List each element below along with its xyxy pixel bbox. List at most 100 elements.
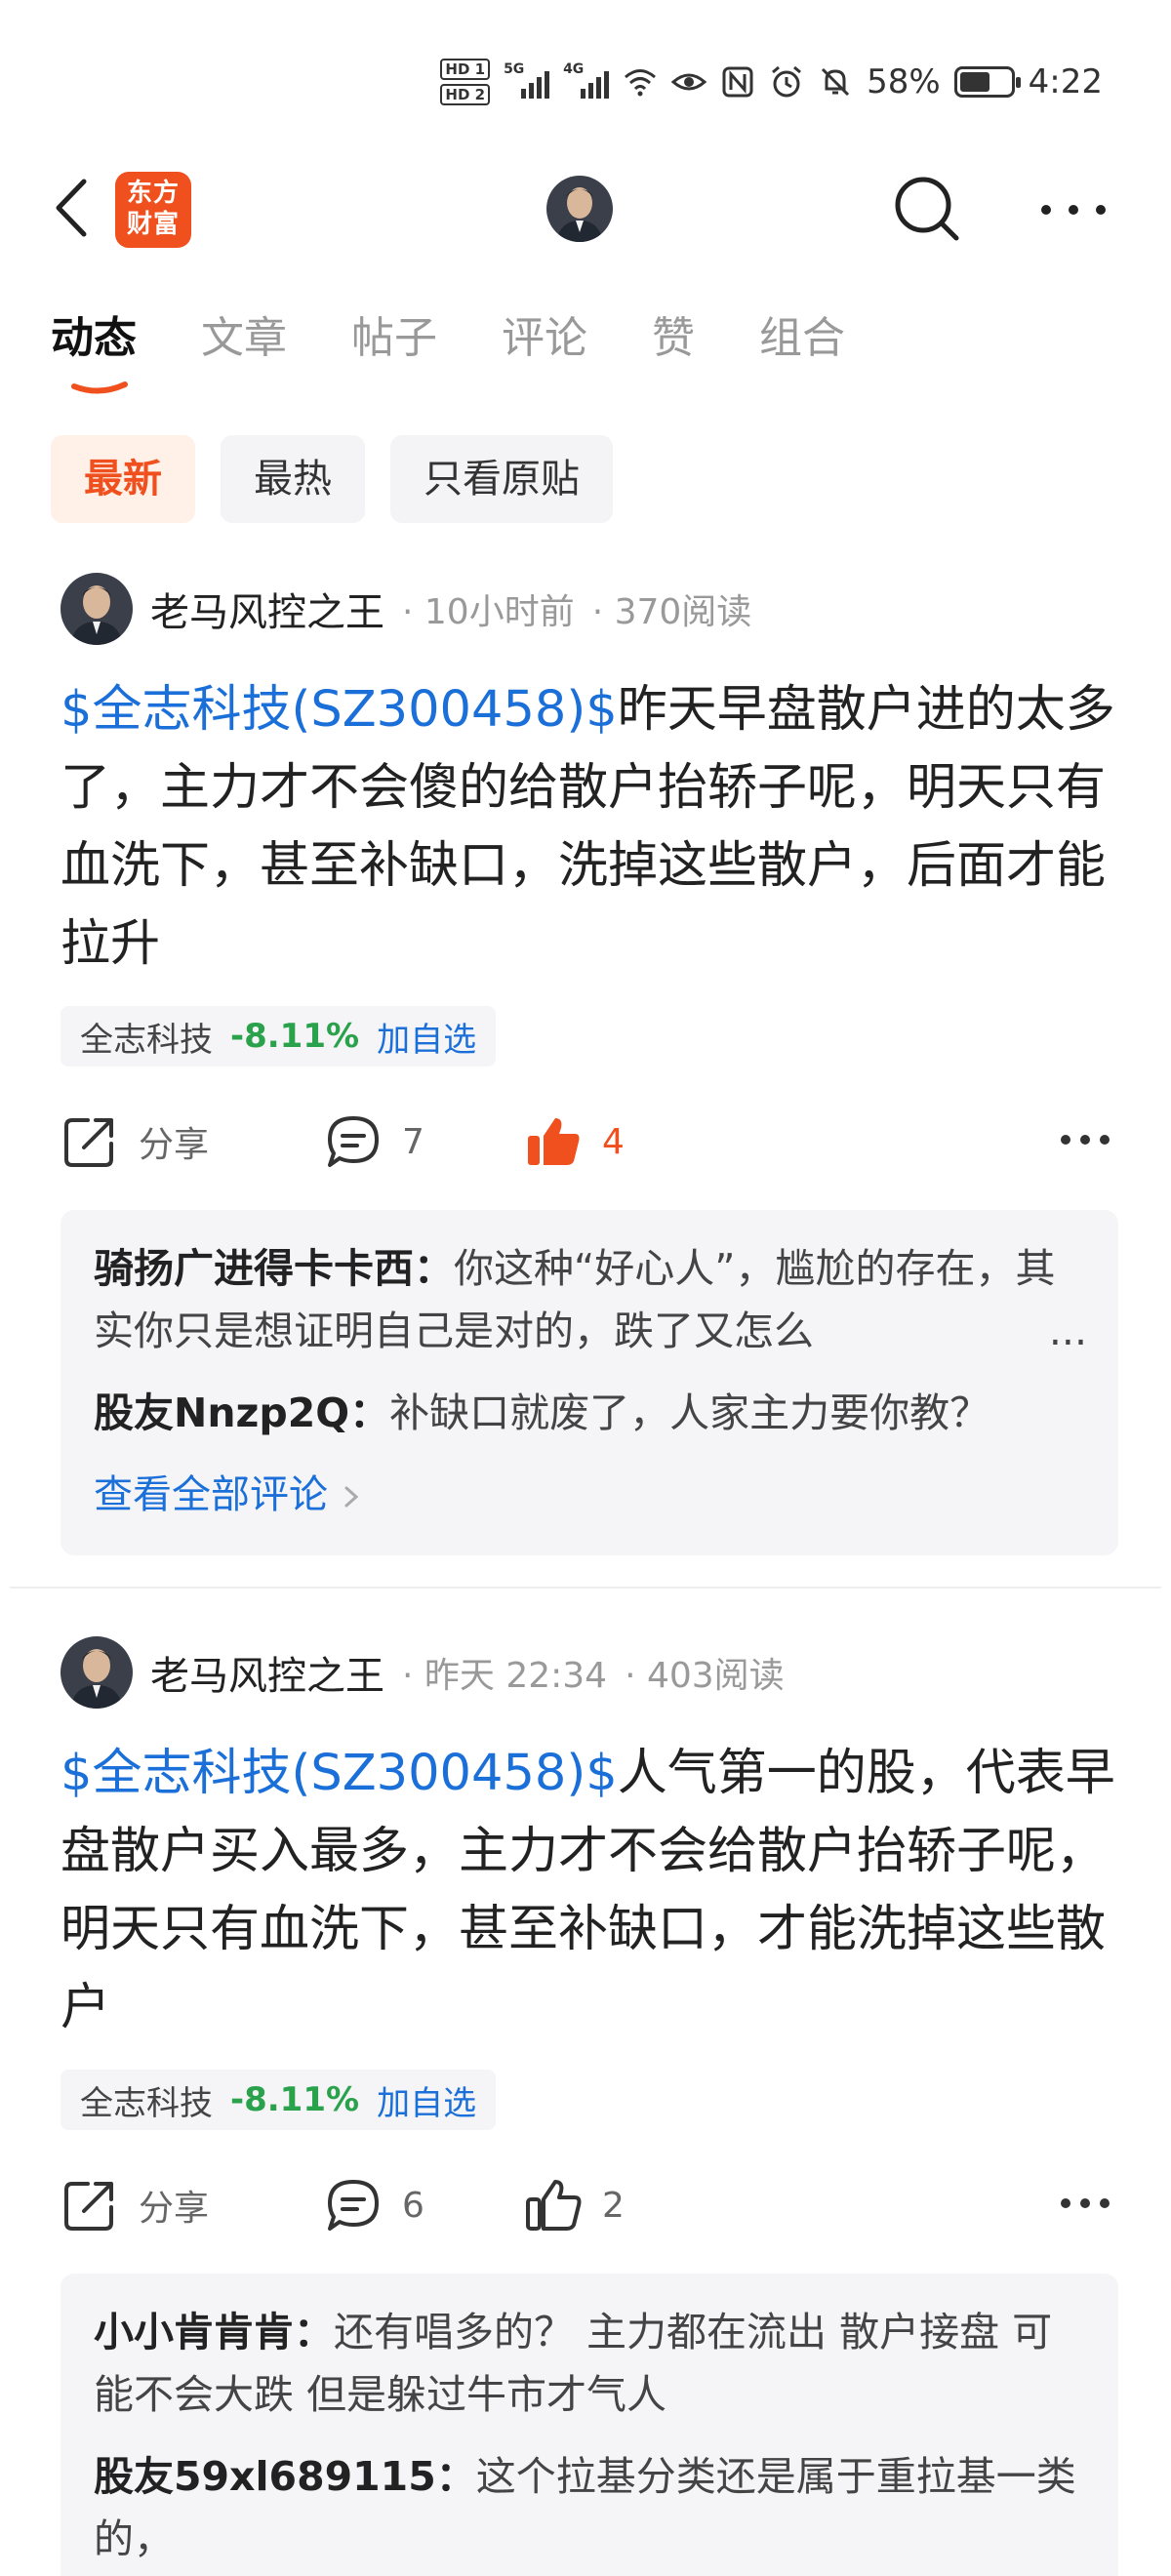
view-all-label: 查看全部评论 [94, 1472, 328, 1517]
status-bar: HD 1 HD 2 5G 4G 58% 4:22 [0, 0, 1171, 156]
wifi-icon [625, 69, 657, 97]
comment-ellipsis: ... [1034, 1300, 1087, 1362]
post-time: · 10小时前 [402, 592, 575, 632]
post-reads: · 403阅读 [625, 1656, 785, 1696]
share-icon [64, 1118, 113, 1167]
stock-change: -8.11% [230, 1017, 360, 1056]
hd2-badge: HD 2 [440, 84, 491, 105]
comment-item[interactable]: 小小肯肯肯：还有唱多的？ 主力都在流出 散户接盘 可能不会大跌 但是躲过牛市才气… [94, 2301, 1087, 2426]
tab-label: 组合 [759, 313, 845, 363]
logo-line-2: 财富 [126, 210, 180, 239]
comment-user[interactable]: 骑扬广进得卡卡西： [94, 1245, 454, 1292]
signal-2-icon: 4G [563, 61, 610, 99]
comment-item[interactable]: 骑扬广进得卡卡西：你这种“好心人”，尴尬的存在，其实你只是想证明自己是对的，跌了… [94, 1237, 1087, 1362]
chevron-right-icon [344, 1486, 358, 1508]
tab-articles[interactable]: 文章 [201, 302, 287, 365]
alarm-icon [772, 65, 802, 98]
filter-latest[interactable]: 最新 [51, 435, 195, 523]
like-button[interactable]: 2 [524, 2176, 719, 2234]
stock-name: 全志科技 [80, 1020, 213, 1060]
share-button[interactable]: 分享 [61, 1112, 324, 1171]
post-card[interactable]: 老马风控之王 · 昨天 22:34 · 403阅读 $全志科技(SZ300458… [0, 1635, 1171, 2576]
post-divider [10, 1587, 1161, 1589]
logo-line-1: 东方 [126, 179, 180, 208]
app-logo[interactable]: 东方 财富 [115, 172, 191, 248]
tab-label: 赞 [652, 313, 695, 363]
like-count: 2 [602, 2185, 625, 2226]
filter-original-only[interactable]: 只看原贴 [390, 435, 613, 523]
tab-label: 文章 [201, 313, 287, 363]
add-watchlist-button[interactable]: 加自选 [377, 1013, 476, 1061]
comment-user[interactable]: 股友Nnzp2Q： [94, 1389, 389, 1436]
tab-dongtai[interactable]: 动态 [51, 302, 137, 394]
tab-likes[interactable]: 赞 [652, 302, 695, 365]
filter-chips: 最新 最热 只看原贴 [51, 435, 613, 523]
stock-tag[interactable]: 全志科技 -8.11% 加自选 [61, 2070, 497, 2130]
comment-preview[interactable]: 骑扬广进得卡卡西：你这种“好心人”，尴尬的存在，其实你只是想证明自己是对的，跌了… [61, 1210, 1118, 1555]
like-count: 4 [602, 1121, 625, 1162]
more-icon[interactable] [1056, 2184, 1114, 2223]
comment-icon [328, 1116, 379, 1167]
tab-active-indicator [71, 382, 128, 394]
comment-item[interactable]: 股友Nnzp2Q：补缺口就废了，人家主力要你教？ [94, 1382, 1087, 1444]
post-card[interactable]: 老马风控之王 · 10小时前 · 370阅读 $全志科技(SZ300458)$昨… [0, 572, 1171, 1557]
post-actions: 分享 7 4 [61, 1103, 1114, 1181]
back-icon[interactable] [47, 174, 96, 242]
battery-percent: 58% [867, 62, 941, 101]
post-author-row: 老马风控之王 · 10小时前 · 370阅读 [61, 572, 751, 646]
top-app-bar: 东方 财富 [0, 156, 1171, 263]
comment-user[interactable]: 小小肯肯肯： [94, 2309, 334, 2355]
post-text[interactable]: $全志科技(SZ300458)$昨天早盘散户进的太多了，主力才不会傻的给散户抬轿… [61, 671, 1124, 984]
clock: 4:22 [1028, 62, 1103, 101]
search-icon[interactable] [888, 170, 966, 248]
tab-label: 评论 [502, 313, 587, 363]
post-text[interactable]: $全志科技(SZ300458)$人气第一的股，代表早盘散户买入最多，主力才不会给… [61, 1735, 1124, 2047]
view-all-comments-link[interactable]: 查看全部评论 [94, 1464, 1087, 1526]
comment-button[interactable]: 6 [324, 2176, 524, 2234]
stock-link[interactable]: $全志科技(SZ300458)$ [61, 681, 618, 739]
share-button[interactable]: 分享 [61, 2176, 324, 2234]
share-icon [64, 2182, 113, 2231]
signal-1-icon: 5G [504, 61, 550, 99]
comment-text: 补缺口就废了，人家主力要你教？ [389, 1389, 990, 1436]
tab-label: 帖子 [351, 313, 437, 363]
comment-preview[interactable]: 小小肯肯肯：还有唱多的？ 主力都在流出 散户接盘 可能不会大跌 但是躲过牛市才气… [61, 2274, 1118, 2576]
author-name[interactable]: 老马风控之王 [150, 1644, 384, 1701]
comment-count: 7 [402, 1121, 424, 1162]
battery-icon [953, 66, 1021, 98]
comment-button[interactable]: 7 [324, 1112, 524, 1171]
hd-indicator: HD 1 HD 2 [440, 59, 491, 105]
thumbs-up-filled-icon [528, 1118, 580, 1165]
filter-hottest[interactable]: 最热 [221, 435, 365, 523]
tab-comments[interactable]: 评论 [502, 302, 587, 365]
post-actions: 分享 6 2 [61, 2166, 1114, 2244]
like-button[interactable]: 4 [524, 1112, 719, 1171]
more-icon[interactable] [1056, 1120, 1114, 1159]
tab-portfolio[interactable]: 组合 [759, 302, 845, 365]
eye-icon [671, 73, 707, 91]
comment-count: 6 [402, 2185, 424, 2226]
post-time: · 昨天 22:34 [402, 1656, 608, 1696]
hd1-badge: HD 1 [440, 59, 491, 80]
share-label: 分享 [139, 1125, 210, 1165]
more-icon[interactable] [1034, 185, 1112, 234]
post-reads: · 370阅读 [591, 592, 752, 632]
mute-icon [822, 67, 850, 97]
author-name[interactable]: 老马风控之王 [150, 581, 384, 637]
add-watchlist-button[interactable]: 加自选 [377, 2076, 476, 2124]
stock-change: -8.11% [230, 2080, 360, 2119]
avatar[interactable] [61, 573, 133, 645]
comment-item[interactable]: 股友59xl689115：这个拉基分类还是属于重拉基一类的， [94, 2445, 1087, 2570]
tab-posts[interactable]: 帖子 [351, 302, 437, 365]
comment-icon [328, 2180, 379, 2231]
share-label: 分享 [139, 2189, 210, 2229]
stock-tag[interactable]: 全志科技 -8.11% 加自选 [61, 1006, 497, 1067]
avatar[interactable] [61, 1636, 133, 1709]
post-author-row: 老马风控之王 · 昨天 22:34 · 403阅读 [61, 1635, 785, 1710]
thumbs-up-icon [526, 2180, 582, 2231]
comment-user[interactable]: 股友59xl689115： [94, 2453, 476, 2500]
tab-label: 动态 [51, 313, 137, 363]
avatar[interactable] [546, 176, 613, 242]
stock-link[interactable]: $全志科技(SZ300458)$ [61, 1745, 618, 1802]
stock-name: 全志科技 [80, 2083, 213, 2123]
